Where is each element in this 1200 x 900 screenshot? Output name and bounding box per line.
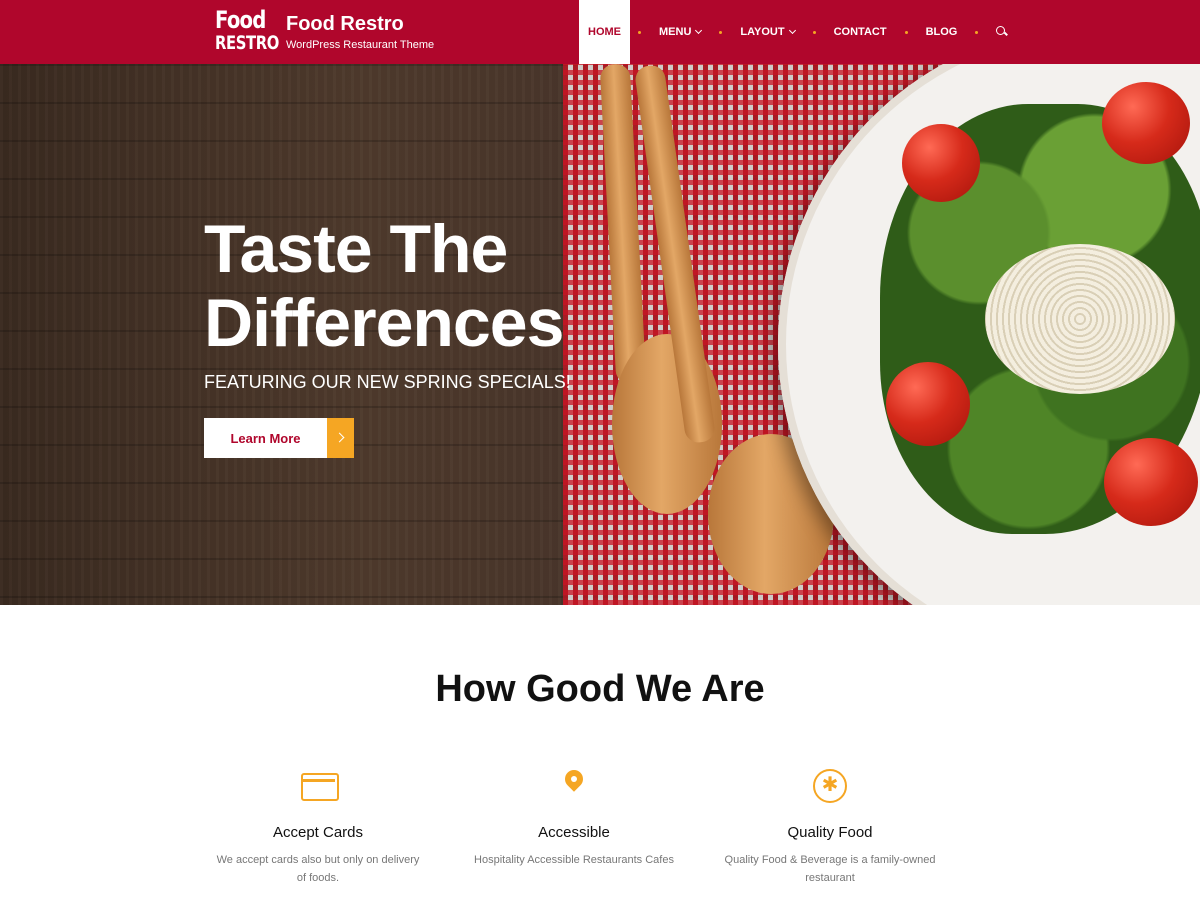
feature-title: Quality Food	[787, 824, 873, 841]
nav-separator	[719, 30, 723, 34]
feature-description-line: of foods.	[296, 872, 340, 884]
credit-card-icon	[300, 768, 339, 804]
site-tagline: WordPress Restaurant Theme	[286, 39, 435, 51]
nav-label: BLOG	[925, 26, 958, 38]
feature-title: Accept Cards	[272, 824, 364, 841]
nav-item-menu[interactable]: MENU	[649, 0, 711, 64]
logo-line-2: RESTRO	[215, 32, 279, 54]
nav-separator	[904, 30, 908, 34]
feature-description: Hospitality Accessible Restaurants Cafes	[464, 851, 684, 869]
site-header: Food RESTRO Food Restro WordPress Restau…	[0, 0, 1200, 64]
feature-description-line: restaurant	[805, 872, 855, 884]
nav-label: LAYOUT	[740, 26, 785, 38]
hero-cheese-image	[985, 244, 1175, 394]
hero-tomato-image	[1104, 438, 1198, 526]
chevron-down-icon	[695, 26, 703, 34]
hero-banner: Taste The Differences FEATURING OUR NEW …	[0, 64, 1200, 605]
feature-accessible: Accessible Hospitality Accessible Restau…	[464, 768, 684, 869]
hero-tomato-image	[1102, 82, 1190, 164]
map-pin-icon	[556, 768, 592, 804]
learn-more-label: Learn More	[204, 418, 327, 458]
main-nav: HOME MENU LAYOUT CONTACT BLOG	[579, 0, 1008, 64]
hero-tomato-image	[886, 362, 970, 446]
nav-item-contact[interactable]: CONTACT	[824, 0, 897, 64]
nav-item-blog[interactable]: BLOG	[916, 0, 968, 64]
hero-tomato-image	[902, 124, 980, 202]
feature-description-line: We accept cards also but only on deliver…	[216, 854, 420, 866]
site-logo[interactable]: Food RESTRO	[215, 6, 279, 58]
feature-quality-food: ✱ Quality Food Quality Food & Beverage i…	[720, 768, 940, 887]
feature-description: We accept cards also but only on deliver…	[208, 851, 428, 887]
hero-title: Taste The Differences	[204, 211, 564, 361]
hero-subtitle: FEATURING OUR NEW SPRING SPECIALS!	[204, 372, 571, 392]
nav-separator	[812, 30, 816, 34]
nav-label: MENU	[659, 26, 692, 38]
site-title[interactable]: Food Restro	[286, 13, 404, 36]
star-badge-icon: ✱	[812, 768, 848, 804]
chevron-down-icon	[788, 26, 796, 34]
feature-description-line: Quality Food & Beverage is a family-owne…	[724, 854, 936, 866]
nav-label: HOME	[588, 26, 621, 38]
nav-separator	[638, 30, 641, 34]
hero-title-line-1: Taste The	[204, 211, 508, 287]
search-icon[interactable]	[996, 26, 1008, 38]
nav-item-layout[interactable]: LAYOUT	[730, 0, 804, 64]
learn-more-button[interactable]: Learn More	[204, 418, 354, 458]
feature-description-line: Hospitality Accessible Restaurants Cafes	[474, 854, 674, 866]
features-title: How Good We Are	[435, 668, 765, 710]
hero-title-line-2: Differences	[204, 285, 564, 361]
logo-line-1: Food	[215, 6, 266, 34]
nav-label: CONTACT	[833, 26, 887, 38]
nav-separator	[975, 30, 979, 34]
nav-item-home[interactable]: HOME	[579, 0, 630, 64]
feature-title: Accessible	[538, 824, 610, 841]
feature-description: Quality Food & Beverage is a family-owne…	[720, 851, 940, 887]
chevron-right-icon	[327, 418, 354, 458]
feature-accept-cards: Accept Cards We accept cards also but on…	[208, 768, 428, 887]
